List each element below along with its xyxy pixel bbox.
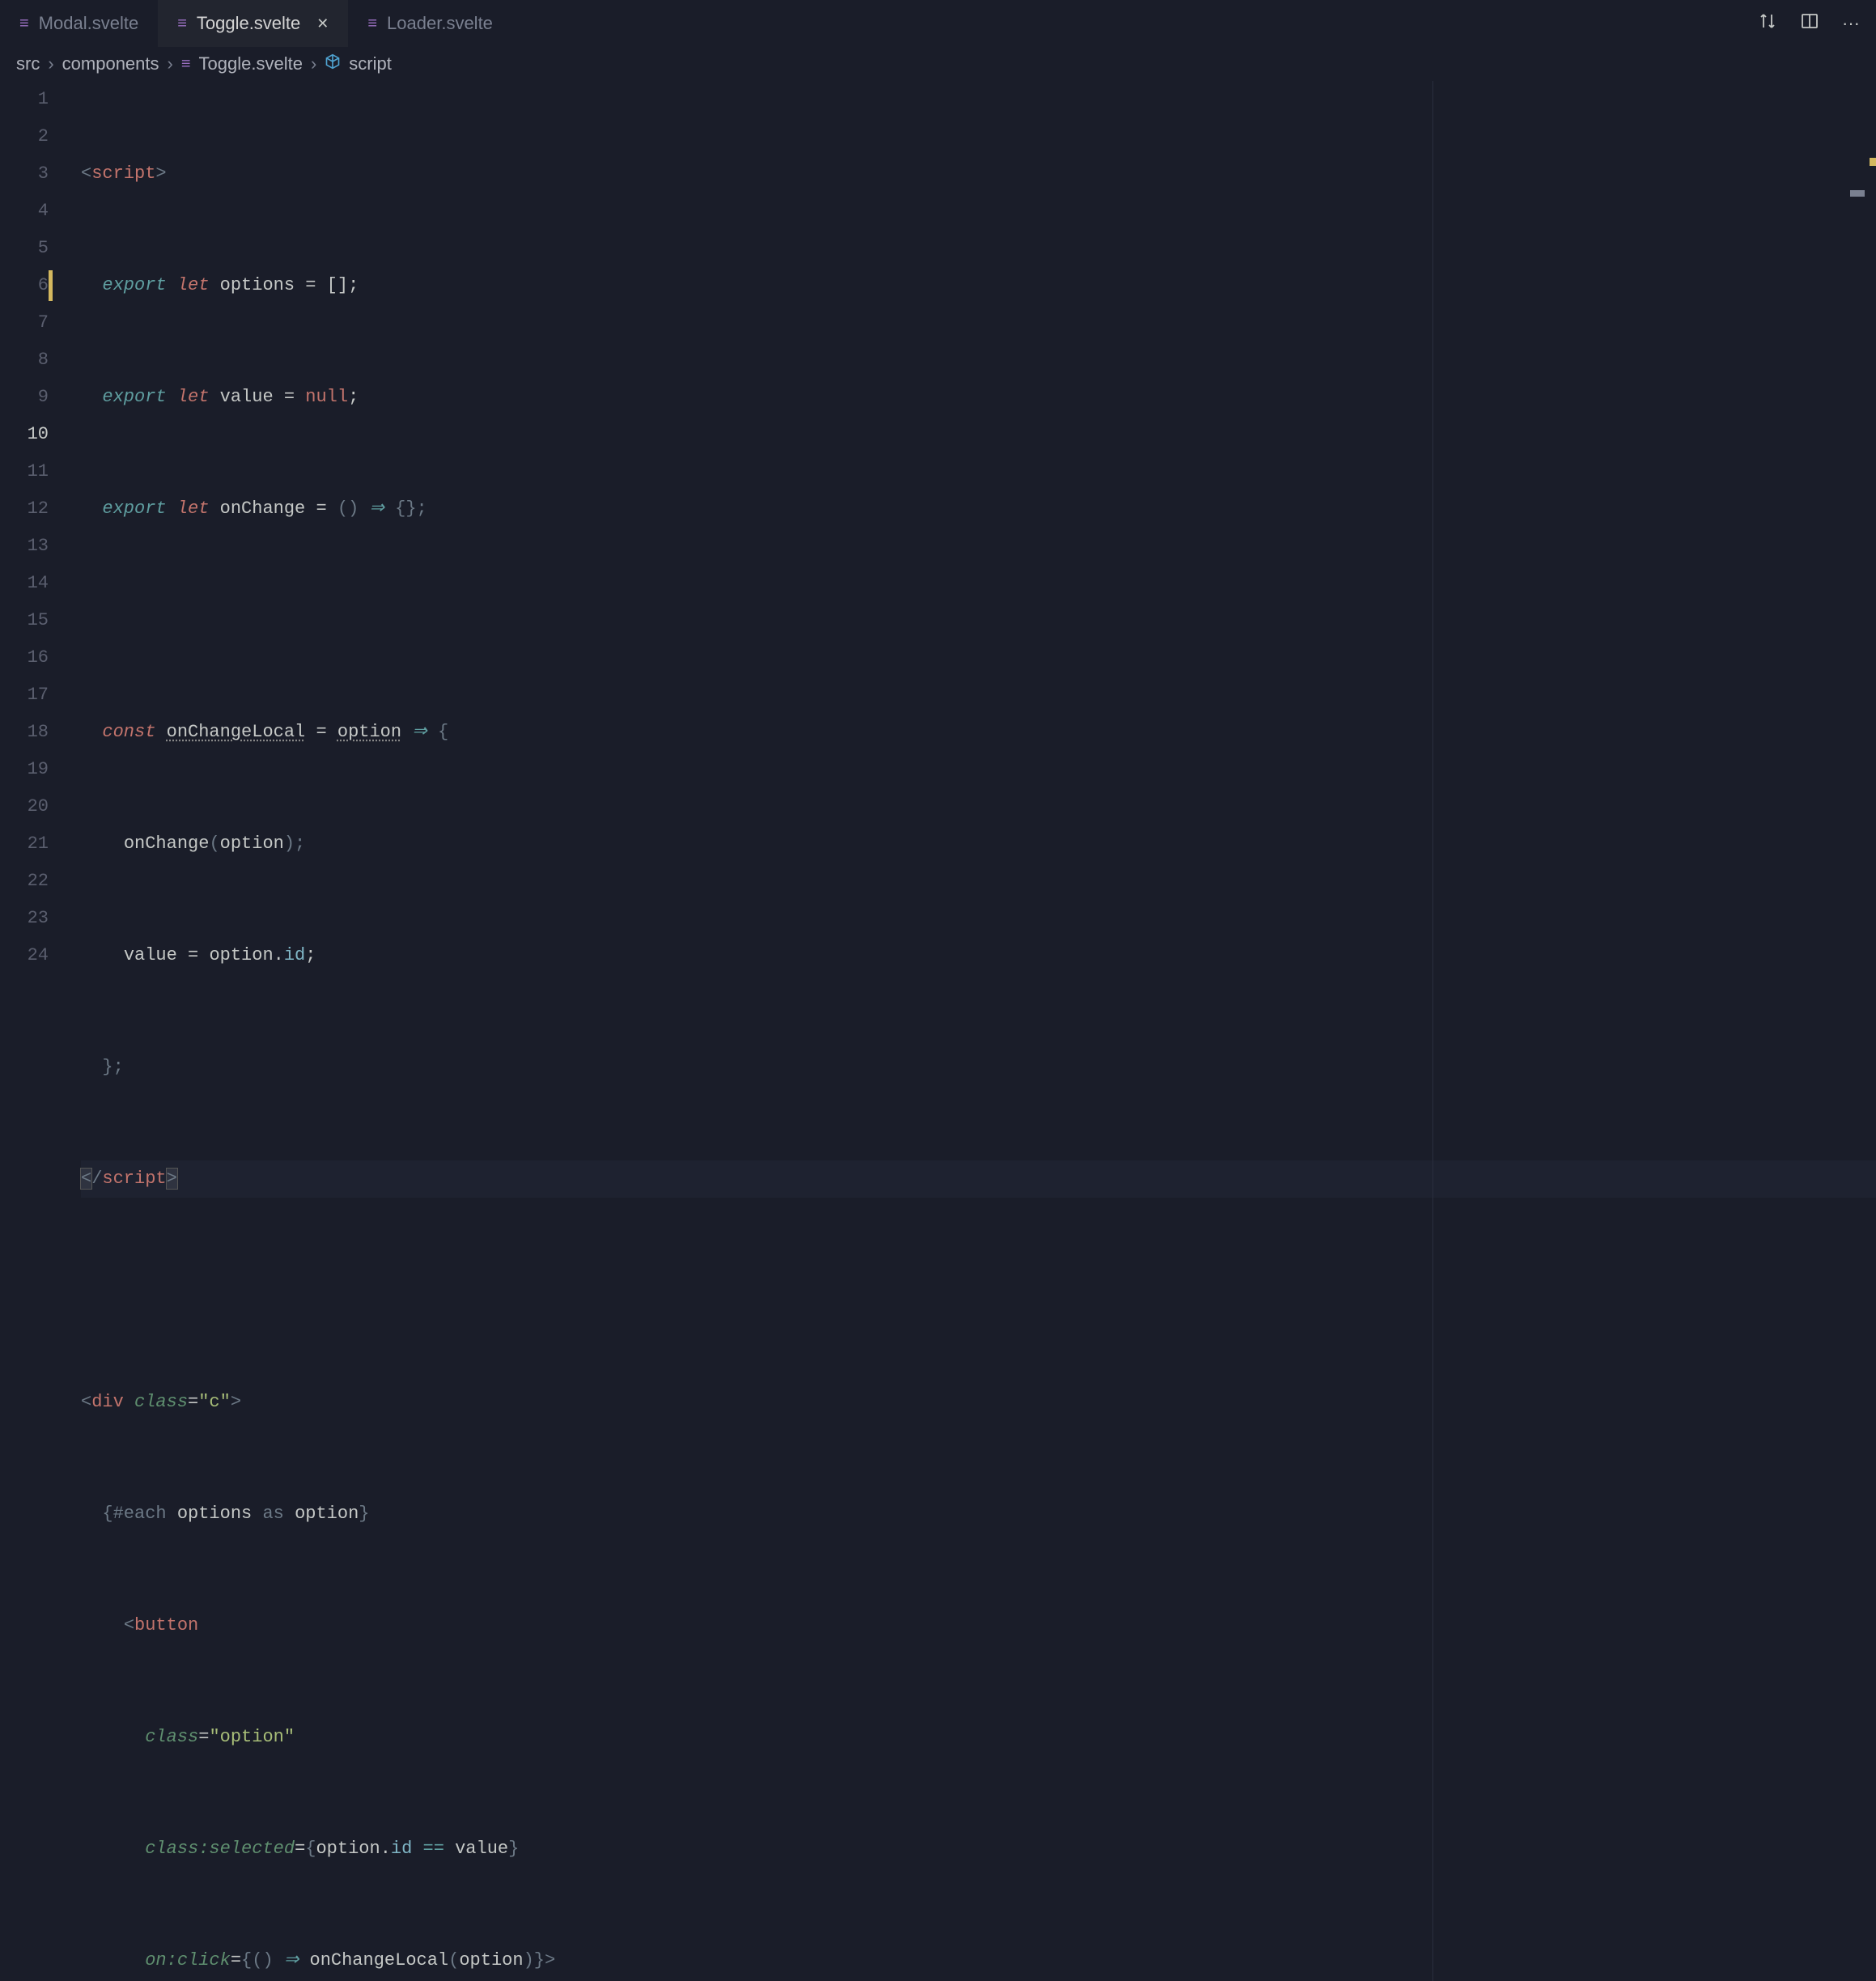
- code-content[interactable]: <script> export let options = []; export…: [81, 81, 1876, 1981]
- breadcrumb-segment[interactable]: components: [62, 53, 159, 74]
- tab-label: Toggle.svelte: [197, 13, 300, 34]
- tab-actions: ···: [1758, 11, 1860, 36]
- breadcrumb-segment[interactable]: src: [16, 53, 40, 74]
- minimap[interactable]: [1852, 81, 1876, 971]
- tab-modal[interactable]: ≡ Modal.svelte: [0, 0, 158, 47]
- minimap-change-marker: [1870, 158, 1876, 166]
- symbol-icon: [325, 53, 341, 74]
- svelte-file-icon: ≡: [19, 15, 29, 33]
- chevron-right-icon: ›: [48, 53, 53, 74]
- svelte-file-icon: ≡: [181, 55, 191, 74]
- tab-toggle[interactable]: ≡ Toggle.svelte ✕: [158, 0, 348, 47]
- line-gutter: 1 2 3 4 5 6 7 8 9 10 11 12 13 14 15 16 1…: [0, 81, 81, 1981]
- more-icon[interactable]: ···: [1842, 13, 1860, 34]
- chevron-right-icon: ›: [168, 53, 173, 74]
- split-editor-icon[interactable]: [1800, 11, 1819, 36]
- tab-label: Modal.svelte: [39, 13, 139, 34]
- tab-bar: ≡ Modal.svelte ≡ Toggle.svelte ✕ ≡ Loade…: [0, 0, 1876, 47]
- breadcrumb-segment[interactable]: Toggle.svelte: [199, 53, 303, 74]
- minimap-cursor-marker: [1850, 190, 1865, 197]
- editor-ruler: [1432, 81, 1433, 1981]
- tab-loader[interactable]: ≡ Loader.svelte: [348, 0, 512, 47]
- svelte-file-icon: ≡: [177, 15, 187, 33]
- breadcrumb: src › components › ≡ Toggle.svelte › scr…: [0, 47, 1876, 81]
- breadcrumb-segment[interactable]: script: [349, 53, 392, 74]
- chevron-right-icon: ›: [311, 53, 316, 74]
- svelte-file-icon: ≡: [367, 15, 377, 33]
- compare-icon[interactable]: [1758, 11, 1777, 36]
- close-icon[interactable]: ✕: [316, 15, 329, 32]
- tab-label: Loader.svelte: [387, 13, 493, 34]
- code-editor[interactable]: 1 2 3 4 5 6 7 8 9 10 11 12 13 14 15 16 1…: [0, 81, 1876, 1981]
